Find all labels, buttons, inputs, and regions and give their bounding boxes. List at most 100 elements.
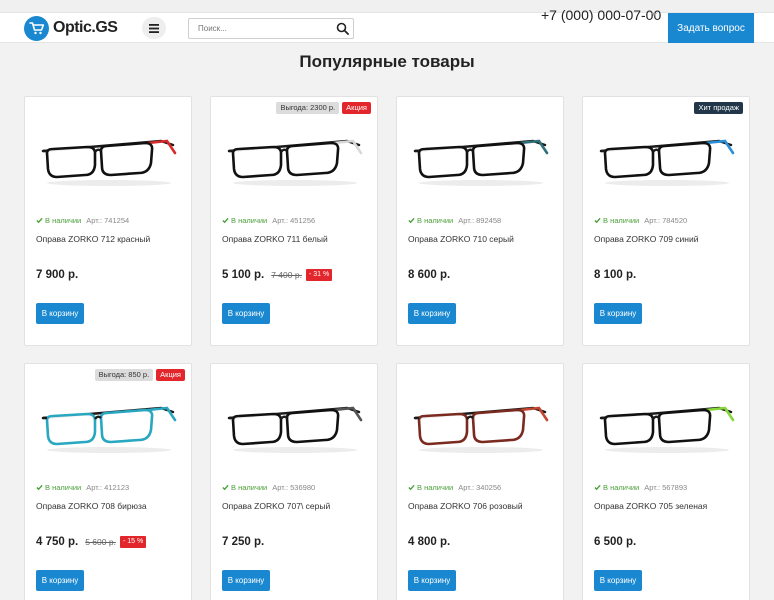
badges: Хит продаж: [694, 102, 743, 114]
stock-row: В наличии Арт.: 451256: [222, 216, 315, 225]
stock-status: В наличии: [408, 483, 453, 492]
search-button[interactable]: [336, 22, 349, 35]
section-title: Популярные товары: [299, 52, 475, 71]
price: 8 100 р.: [594, 269, 637, 281]
stock-label: В наличии: [45, 483, 82, 492]
product-image[interactable]: [39, 394, 179, 456]
stock-row: В наличии Арт.: 892458: [408, 216, 501, 225]
phone-number[interactable]: +7 (000) 000-07-00: [541, 7, 661, 23]
eyeglasses-image: [413, 139, 549, 186]
product-image[interactable]: [411, 394, 551, 456]
old-price: 7 400 р.: [271, 270, 302, 280]
product-card[interactable]: Хит продаж В наличии Арт.: 784520 Оправа…: [582, 96, 750, 346]
price: 7 900 р.: [36, 269, 79, 281]
discount-badge: - 31 %: [305, 269, 333, 281]
stock-row: В наличии Арт.: 412123: [36, 483, 129, 492]
add-to-cart-button[interactable]: В корзину: [408, 303, 456, 324]
search-icon: [336, 22, 349, 35]
product-name[interactable]: Оправа ZORKO 708 бирюза: [36, 501, 147, 511]
add-to-cart-button[interactable]: В корзину: [594, 570, 642, 591]
add-to-cart-button[interactable]: В корзину: [36, 570, 84, 591]
stock-row: В наличии Арт.: 784520: [594, 216, 687, 225]
price-row: 4 750 р. 5 600 р. - 15 %: [36, 536, 147, 548]
product-card[interactable]: В наличии Арт.: 536980 Оправа ZORKO 707\…: [210, 363, 378, 600]
badges: Выгода: 850 р. Акция: [94, 369, 185, 381]
product-card[interactable]: В наличии Арт.: 340256 Оправа ZORKO 706 …: [396, 363, 564, 600]
logo-text: Optic.GS: [53, 19, 118, 36]
product-name[interactable]: Оправа ZORKO 707\ серый: [222, 501, 330, 511]
product-card[interactable]: Выгода: 2300 р. Акция В наличии Арт.: 451…: [210, 96, 378, 346]
stock-status: В наличии: [222, 216, 267, 225]
article-number: Арт.: 741254: [86, 216, 130, 225]
product-image[interactable]: [411, 127, 551, 189]
search-input[interactable]: [189, 19, 329, 38]
add-to-cart-button[interactable]: В корзину: [36, 303, 84, 324]
stock-status: В наличии: [408, 216, 453, 225]
check-icon: [594, 484, 601, 491]
product-card[interactable]: Выгода: 850 р. Акция В наличии Арт.: 4121…: [24, 363, 192, 600]
eyeglasses-image: [227, 406, 363, 453]
article-number: Арт.: 451256: [272, 216, 316, 225]
product-name[interactable]: Оправа ZORKO 711 белый: [222, 234, 328, 244]
search-box: [188, 18, 354, 39]
stock-label: В наличии: [231, 216, 268, 225]
product-name[interactable]: Оправа ZORKO 709 синий: [594, 234, 699, 244]
article-number: Арт.: 784520: [644, 216, 688, 225]
stock-status: В наличии: [36, 216, 81, 225]
hamburger-icon: [149, 23, 159, 33]
product-name[interactable]: Оправа ZORKO 705 зеленая: [594, 501, 707, 511]
menu-button[interactable]: [142, 17, 166, 39]
product-image[interactable]: [225, 127, 365, 189]
stock-label: В наличии: [417, 216, 454, 225]
shopping-cart-logo-icon: [24, 15, 49, 41]
add-to-cart-button[interactable]: В корзину: [594, 303, 642, 324]
stock-status: В наличии: [594, 216, 639, 225]
eyeglasses-image: [41, 406, 177, 453]
stock-row: В наличии Арт.: 536980: [222, 483, 315, 492]
product-image[interactable]: [597, 394, 737, 456]
article-number: Арт.: 892458: [458, 216, 502, 225]
ask-question-button[interactable]: Задать вопрос: [668, 13, 754, 43]
sale-badge: Акция: [156, 369, 185, 381]
stock-status: В наличии: [222, 483, 267, 492]
product-image[interactable]: [597, 127, 737, 189]
article-number: Арт.: 340256: [458, 483, 502, 492]
bestseller-badge: Хит продаж: [694, 102, 743, 114]
check-icon: [36, 217, 43, 224]
savings-badge: Выгода: 850 р.: [94, 369, 154, 381]
eyeglasses-image: [413, 406, 549, 453]
product-name[interactable]: Оправа ZORKO 710 серый: [408, 234, 514, 244]
price: 4 800 р.: [408, 536, 451, 548]
check-icon: [408, 484, 415, 491]
product-image[interactable]: [39, 127, 179, 189]
stock-label: В наличии: [603, 483, 640, 492]
product-name[interactable]: Оправа ZORKO 712 красный: [36, 234, 150, 244]
price-row: 7 900 р.: [36, 269, 78, 281]
check-icon: [594, 217, 601, 224]
price: 5 100 р.: [222, 269, 265, 281]
add-to-cart-button[interactable]: В корзину: [408, 570, 456, 591]
eyeglasses-image: [599, 139, 735, 186]
sale-badge: Акция: [342, 102, 371, 114]
product-card[interactable]: В наличии Арт.: 892458 Оправа ZORKO 710 …: [396, 96, 564, 346]
product-card[interactable]: В наличии Арт.: 567893 Оправа ZORKO 705 …: [582, 363, 750, 600]
site-logo[interactable]: Optic.GS: [24, 15, 124, 41]
article-number: Арт.: 536980: [272, 483, 316, 492]
stock-label: В наличии: [231, 483, 268, 492]
eyeglasses-image: [227, 139, 363, 186]
add-to-cart-button[interactable]: В корзину: [222, 570, 270, 591]
price-row: 6 500 р.: [594, 536, 636, 548]
check-icon: [222, 217, 229, 224]
eyeglasses-image: [41, 139, 177, 186]
product-image[interactable]: [225, 394, 365, 456]
product-name[interactable]: Оправа ZORKO 706 розовый: [408, 501, 523, 511]
add-to-cart-button[interactable]: В корзину: [222, 303, 270, 324]
product-card[interactable]: В наличии Арт.: 741254 Оправа ZORKO 712 …: [24, 96, 192, 346]
stock-status: В наличии: [594, 483, 639, 492]
check-icon: [222, 484, 229, 491]
chevron-down-icon[interactable]: [651, 13, 657, 16]
stock-row: В наличии Арт.: 741254: [36, 216, 129, 225]
stock-label: В наличии: [417, 483, 454, 492]
price: 8 600 р.: [408, 269, 451, 281]
old-price: 5 600 р.: [85, 537, 116, 547]
